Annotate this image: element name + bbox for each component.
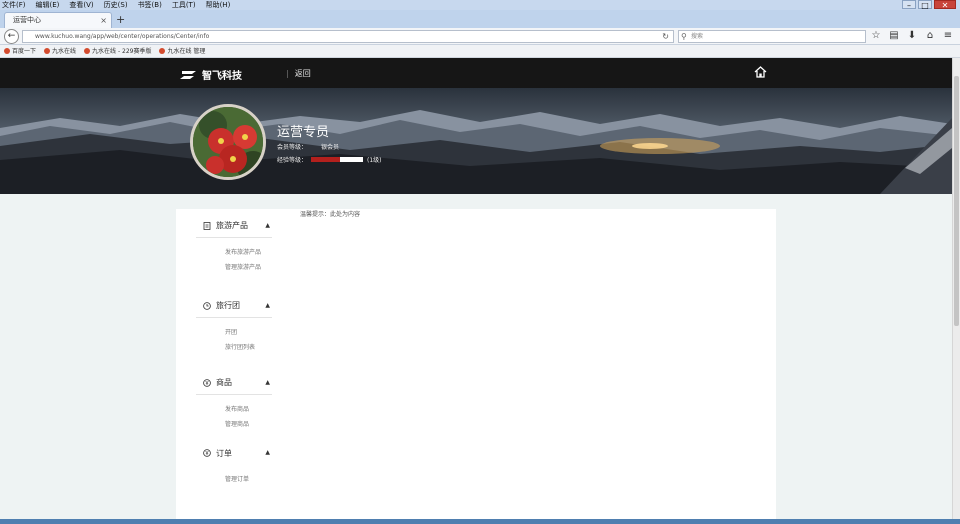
browser-tab[interactable]: 运营中心 × [4,12,112,28]
bookmark-favicon-icon [44,48,51,54]
bookmark-item[interactable]: 九水在线 - 229赛季版 [84,45,151,57]
brand-name: 智飞科技 [202,71,242,82]
reload-icon[interactable]: ↻ [662,31,669,42]
menu-file[interactable]: 文件(F) [2,0,26,10]
url-text: www.kuchuo.wang/app/web/center/operation… [35,33,210,40]
page-scrollbar[interactable] [952,58,960,524]
sidebar-item-group-list[interactable]: 旅行团列表 [225,340,272,355]
tab-strip: 运营中心 × + [0,10,960,28]
yen-icon [203,449,211,457]
back-arrow-icon[interactable]: ← [4,29,19,44]
menu-view[interactable]: 查看(V) [69,0,93,10]
sidebar-group-title: 商品 [216,378,232,387]
sidebar-item-publish-goods[interactable]: 发布商品 [225,402,272,417]
search-placeholder: 搜索 [691,33,704,40]
navigation-bar: ← www.kuchuo.wang/app/web/center/operati… [0,28,960,45]
sidebar-item-manage-goods[interactable]: 管理商品 [225,417,272,432]
experience-level: 经验等级： (1级) [277,155,382,164]
sidebar-item-publish-tour[interactable]: 发布旅游产品 [225,245,272,260]
content-tip: 温馨提示：此处为内容 [300,211,361,218]
sidebar-item-manage-tour[interactable]: 管理旅游产品 [225,260,272,275]
bookmark-favicon-icon [4,48,10,54]
caret-up-icon: ▲ [265,379,270,386]
experience-level-suffix: (1级) [367,157,382,164]
close-tab-icon[interactable]: × [100,13,107,28]
member-level-value: 银会员 [321,144,340,151]
sidebar-group-title: 旅行团 [216,301,240,310]
avatar[interactable] [190,104,266,180]
brand-logo[interactable]: 智飞科技 [180,67,242,82]
sidebar-group-header[interactable]: 旅行团 ▲ [196,294,272,318]
home-button-icon[interactable]: ⌂ [924,29,936,43]
sidebar-group-title: 旅游产品 [216,221,248,230]
download-icon[interactable]: ⬇ [906,29,918,43]
experience-progress-bar [311,157,364,162]
library-icon[interactable]: ▤ [888,29,900,43]
bookmark-favicon-icon [159,48,166,54]
browser-menubar: 文件(F) 编辑(E) 查看(V) 历史(S) 书签(B) 工具(T) 帮助(H… [0,0,960,10]
new-tab-icon[interactable]: + [116,13,125,27]
bookmark-star-icon[interactable]: ☆ [870,29,882,43]
sidebar-group-title: 订单 [216,448,232,458]
menu-bookmarks[interactable]: 书签(B) [138,0,162,10]
menu-tools[interactable]: 工具(T) [172,0,196,10]
search-icon: ⚲ [681,32,687,41]
yen-icon [203,378,211,387]
sidebar-group-goods: 商品 ▲ 发布商品 管理商品 [196,371,272,432]
site-header: 智飞科技 返回 [0,58,952,88]
bookmark-favicon-icon [84,48,91,54]
experience-level-label: 经验等级： [277,157,308,164]
bookmark-item[interactable]: 百度一下 [4,45,36,57]
sidebar-group-tour-groups: 旅行团 ▲ 开团 旅行团列表 [196,294,272,355]
menu-help[interactable]: 帮助(H) [206,0,231,10]
sidebar-group-orders: 订单 ▲ 管理订单 [196,441,272,487]
clock-icon [203,301,211,310]
page-title: 运营专员 [277,125,330,140]
sidebar-group-header[interactable]: 旅游产品 ▲ [196,214,272,238]
menu-edit[interactable]: 编辑(E) [36,0,60,10]
window-controls: – □ ✕ [902,0,956,10]
maximize-icon[interactable]: □ [918,0,932,10]
caret-up-icon: ▲ [265,222,270,229]
mountain-landscape [0,88,952,194]
sidebar-group-header[interactable]: 商品 ▲ [196,371,272,395]
search-input[interactable]: ⚲ 搜索 [678,30,866,43]
document-icon [203,221,211,230]
menu-history[interactable]: 历史(S) [104,0,128,10]
bookmark-item[interactable]: 九水在线 管理 [159,45,205,57]
caret-up-icon: ▲ [265,449,270,456]
bookmark-item[interactable]: 九水在线 [44,45,76,57]
minimize-icon[interactable]: – [902,0,916,10]
sidebar-group-tour-products: 旅游产品 ▲ 发布旅游产品 管理旅游产品 [196,214,272,275]
nav-back-link[interactable]: 返回 [286,68,311,79]
os-taskbar [0,519,960,524]
sidebar-item-open-group[interactable]: 开团 [225,325,272,340]
brand-mark-icon [180,70,196,79]
member-level: 会员等级： 银会员 [277,142,339,151]
bookmarks-bar: 百度一下 九水在线 九水在线 - 229赛季版 九水在线 管理 [0,45,960,58]
url-bar[interactable]: www.kuchuo.wang/app/web/center/operation… [22,30,674,43]
caret-up-icon: ▲ [265,302,270,309]
hamburger-menu-icon[interactable]: ≡ [942,29,954,43]
sidebar-item-manage-orders[interactable]: 管理订单 [225,472,272,487]
profile-banner [0,88,952,194]
close-window-icon[interactable]: ✕ [934,0,956,10]
tab-title: 运营中心 [13,16,41,24]
member-level-label: 会员等级： [277,144,308,151]
browser-toolbar: ☆ ▤ ⬇ ⌂ ≡ [870,29,954,43]
home-icon[interactable] [754,66,767,78]
scrollbar-thumb[interactable] [954,76,959,326]
sidebar-group-header[interactable]: 订单 ▲ [196,441,272,465]
experience-progress-fill [311,157,340,162]
